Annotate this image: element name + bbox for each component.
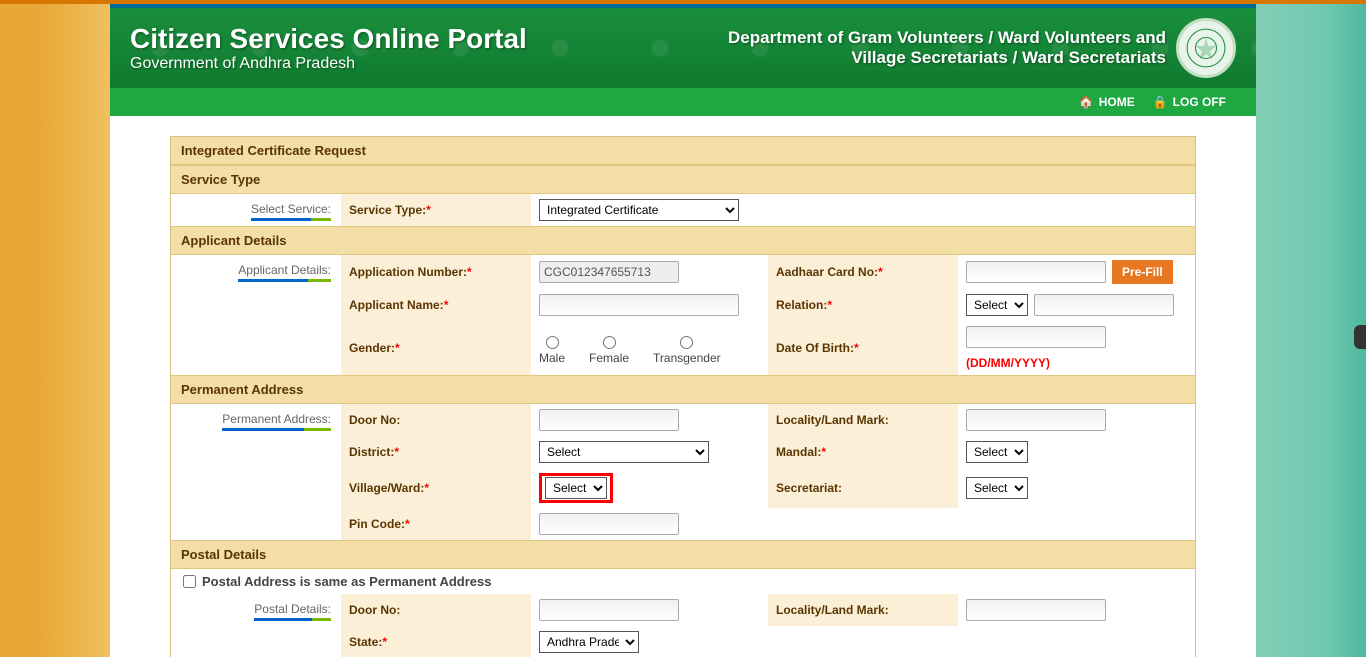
- dept-line2: Village Secretariats / Ward Secretariats: [728, 48, 1166, 68]
- nav-home[interactable]: 🏠HOME: [1079, 95, 1135, 109]
- portal-title: Citizen Services Online Portal: [130, 23, 728, 55]
- govt-emblem-icon: [1176, 18, 1236, 78]
- prefill-button[interactable]: Pre-Fill: [1112, 260, 1173, 284]
- label-perm-district: District:*: [349, 445, 399, 459]
- label-perm-locality: Locality/Land Mark:: [776, 413, 889, 427]
- lock-icon: 🔒: [1153, 95, 1168, 109]
- highlight-village-ward: Select: [539, 473, 613, 503]
- input-relation-name[interactable]: [1034, 294, 1174, 316]
- dob-format-hint: (DD/MM/YYYY): [966, 356, 1050, 370]
- label-aadhaar: Aadhaar Card No:*: [776, 265, 883, 279]
- label-post-door: Door No:: [349, 603, 400, 617]
- input-perm-locality[interactable]: [966, 409, 1106, 431]
- panel-title: Integrated Certificate Request: [171, 137, 1195, 165]
- select-perm-district[interactable]: Select: [539, 441, 709, 463]
- side-applicant-details: Applicant Details:: [238, 263, 331, 282]
- radio-female[interactable]: Female: [589, 336, 629, 365]
- label-gender: Gender:*: [349, 341, 400, 355]
- label-dob: Date Of Birth:*: [776, 341, 859, 355]
- select-post-state[interactable]: Andhra Pradesh: [539, 631, 639, 653]
- input-dob[interactable]: [966, 326, 1106, 348]
- nav-logoff[interactable]: 🔒LOG OFF: [1153, 95, 1226, 109]
- label-applicant-name: Applicant Name:*: [349, 298, 448, 312]
- portal-subtitle: Government of Andhra Pradesh: [130, 55, 728, 73]
- label-relation: Relation:*: [776, 298, 832, 312]
- label-service-type: Service Type:*: [349, 203, 431, 217]
- input-post-door[interactable]: [539, 599, 679, 621]
- label-perm-pin: Pin Code:*: [349, 517, 410, 531]
- select-perm-village[interactable]: Select: [545, 477, 607, 499]
- side-tab-icon[interactable]: [1354, 325, 1366, 349]
- label-perm-door: Door No:: [349, 413, 400, 427]
- section-applicant-details: Applicant Details: [171, 226, 1195, 255]
- side-select-service: Select Service:: [251, 202, 331, 221]
- input-applicant-name[interactable]: [539, 294, 739, 316]
- select-perm-secretariat[interactable]: Select: [966, 477, 1028, 499]
- side-permanent-address: Permanent Address:: [222, 412, 331, 431]
- input-aadhaar[interactable]: [966, 261, 1106, 283]
- radio-transgender[interactable]: Transgender: [653, 336, 721, 365]
- label-perm-village: Village/Ward:*: [349, 481, 429, 495]
- radio-male[interactable]: Male: [539, 336, 565, 365]
- label-application-number: Application Number:*: [349, 265, 472, 279]
- label-postal-same: Postal Address is same as Permanent Addr…: [202, 574, 492, 589]
- label-post-locality: Locality/Land Mark:: [776, 603, 889, 617]
- navbar: 🏠HOME 🔒LOG OFF: [110, 88, 1256, 116]
- checkbox-postal-same[interactable]: [183, 575, 196, 588]
- page-header: Citizen Services Online Portal Governmen…: [110, 8, 1256, 88]
- input-perm-pin[interactable]: [539, 513, 679, 535]
- label-perm-secretariat: Secretariat:: [776, 481, 842, 495]
- side-postal-details: Postal Details:: [254, 602, 331, 621]
- label-post-state: State:*: [349, 635, 387, 649]
- section-postal-details: Postal Details: [171, 540, 1195, 569]
- input-perm-door[interactable]: [539, 409, 679, 431]
- select-perm-mandal[interactable]: Select: [966, 441, 1028, 463]
- input-post-locality[interactable]: [966, 599, 1106, 621]
- label-perm-mandal: Mandal:*: [776, 445, 826, 459]
- section-service-type: Service Type: [171, 165, 1195, 194]
- input-application-number: [539, 261, 679, 283]
- dept-line1: Department of Gram Volunteers / Ward Vol…: [728, 28, 1166, 48]
- request-panel: Integrated Certificate Request Service T…: [170, 136, 1196, 657]
- select-service-type[interactable]: Integrated Certificate: [539, 199, 739, 221]
- select-relation[interactable]: Select: [966, 294, 1028, 316]
- section-permanent-address: Permanent Address: [171, 375, 1195, 404]
- home-icon: 🏠: [1079, 95, 1094, 109]
